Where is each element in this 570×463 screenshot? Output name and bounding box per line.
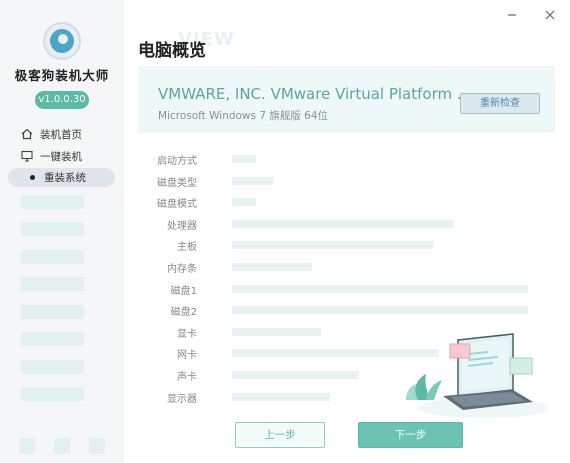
app-logo — [43, 22, 81, 60]
sidebar-placeholder — [21, 360, 84, 374]
spec-label: 磁盘类型 — [157, 178, 197, 189]
spec-label: 网卡 — [177, 350, 197, 361]
close-icon — [545, 10, 555, 20]
spec-label: 内存条 — [167, 264, 197, 275]
sidebar-placeholder — [21, 332, 84, 346]
spec-label: 磁盘1 — [170, 286, 197, 297]
sidebar-item-reinstall-system[interactable]: 重装系统 — [8, 168, 115, 187]
spec-label: 处理器 — [167, 221, 197, 232]
os-info: Microsoft Windows 7 旗舰版 64位 — [158, 110, 329, 122]
dot-icon — [30, 175, 35, 180]
monitor-icon — [20, 149, 34, 163]
laptop-illustration — [406, 333, 548, 418]
spec-value-placeholder — [232, 177, 273, 185]
spec-label: 声卡 — [177, 372, 197, 383]
sidebar-placeholder — [21, 222, 84, 236]
spec-value-placeholder — [232, 393, 330, 401]
spec-value-placeholder — [232, 220, 454, 228]
sidebar-placeholder — [21, 387, 84, 401]
sidebar-bottom-placeholder — [89, 438, 105, 454]
minimize-icon — [508, 14, 516, 16]
spec-value-placeholder — [232, 371, 359, 379]
machine-model: VMWARE, INC. VMware Virtual Platform ... — [158, 85, 472, 103]
version-badge: v1.0.0.30 — [35, 91, 89, 109]
recheck-button[interactable]: 重新检查 — [460, 93, 540, 114]
spec-value-placeholder — [232, 285, 528, 293]
sidebar: 极客狗装机大师 v1.0.0.30 装机首页 一键装机 重装系统 — [0, 0, 124, 463]
spec-label: 磁盘模式 — [157, 199, 197, 210]
spec-value-placeholder — [232, 155, 256, 163]
system-banner: VMWARE, INC. VMware Virtual Platform ...… — [138, 66, 555, 133]
sidebar-item-label: 一键装机 — [40, 150, 82, 163]
logo-mark-icon — [50, 29, 74, 53]
spec-label: 显示器 — [167, 394, 197, 405]
sidebar-placeholder — [21, 195, 84, 209]
spec-value-placeholder — [232, 328, 321, 336]
spec-value-placeholder — [232, 241, 433, 249]
sidebar-placeholder — [21, 305, 84, 319]
sidebar-item-one-click-install[interactable]: 一键装机 — [20, 146, 82, 166]
sidebar-placeholder — [21, 250, 84, 264]
page-title: 电脑概览 — [138, 41, 206, 61]
spec-value-placeholder — [232, 263, 312, 271]
previous-step-button[interactable]: 上一步 — [235, 422, 325, 448]
spec-value-placeholder — [232, 306, 528, 314]
app-name: 极客狗装机大师 — [14, 68, 110, 83]
sidebar-item-label: 装机首页 — [40, 128, 82, 141]
sidebar-item-label: 重装系统 — [44, 172, 86, 184]
spec-label: 显卡 — [177, 329, 197, 340]
sidebar-bottom-placeholder — [54, 438, 70, 454]
close-button[interactable] — [543, 8, 557, 22]
home-icon — [20, 127, 34, 141]
spec-value-placeholder — [232, 198, 256, 206]
sidebar-bottom-placeholder — [19, 438, 35, 454]
sidebar-item-home[interactable]: 装机首页 — [20, 124, 82, 144]
next-step-button[interactable]: 下一步 — [358, 422, 463, 448]
spec-label: 主板 — [177, 242, 197, 253]
spec-label: 启动方式 — [157, 156, 197, 167]
sidebar-placeholder — [21, 277, 84, 291]
spec-label: 磁盘2 — [170, 307, 197, 318]
minimize-button[interactable] — [505, 8, 519, 22]
